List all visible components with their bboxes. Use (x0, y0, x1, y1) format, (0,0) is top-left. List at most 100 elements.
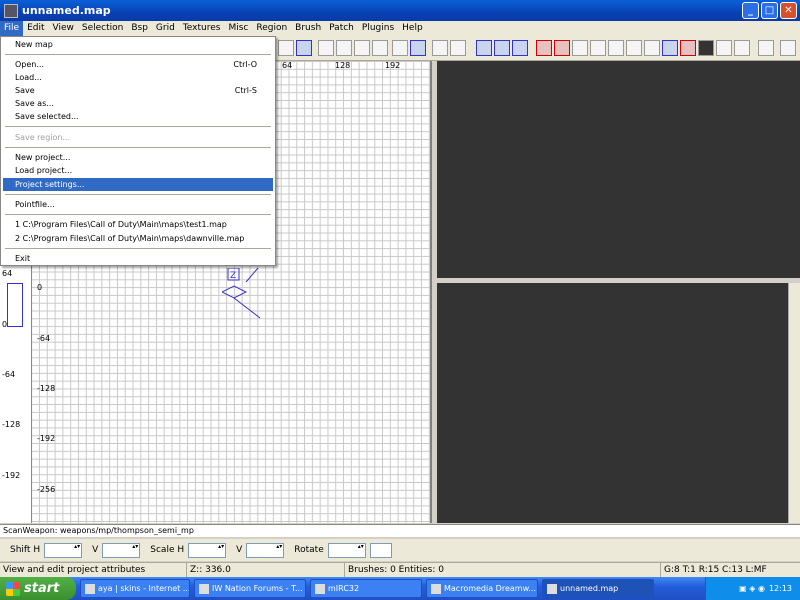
tool-button[interactable] (734, 40, 750, 56)
left-tick-label: -128 (37, 384, 56, 393)
tool-button[interactable] (758, 40, 774, 56)
tool-button[interactable] (644, 40, 660, 56)
tool-button[interactable] (450, 40, 466, 56)
shift-h-label: Shift H (10, 545, 41, 555)
tool-button[interactable] (372, 40, 388, 56)
maximize-button[interactable]: □ (761, 2, 778, 19)
v-label: V (92, 545, 99, 555)
menu-item-shortcut: Ctrl-O (233, 60, 257, 69)
menu-view[interactable]: View (49, 21, 78, 36)
start-button[interactable]: start (0, 577, 76, 600)
tool-button[interactable] (608, 40, 624, 56)
console-line: ScanWeapon: weapons/mp/thompson_semi_mp (0, 524, 800, 537)
status-counts: Brushes: 0 Entities: 0 (344, 563, 660, 578)
menu-item-recent-1[interactable]: 1 C:\Program Files\Call of Duty\Main\map… (3, 218, 273, 231)
menu-item-save[interactable]: Save Ctrl-S (3, 84, 273, 97)
texture-scrollbar[interactable] (788, 283, 800, 523)
menu-item-new-project[interactable]: New project... (3, 151, 273, 164)
menu-item-load[interactable]: Load... (3, 71, 273, 84)
z-tick-label: 64 (2, 269, 13, 278)
task-button[interactable]: Macromedia Dreamw... (426, 579, 538, 598)
menu-item-load-project[interactable]: Load project... (3, 164, 273, 177)
menu-separator (5, 214, 271, 215)
start-label: start (24, 581, 60, 596)
rotate-input[interactable] (327, 542, 366, 558)
menu-region[interactable]: Region (252, 21, 291, 36)
menu-item-pointfile[interactable]: Pointfile... (3, 198, 273, 211)
menu-item-exit[interactable]: Exit (3, 252, 273, 265)
minimize-button[interactable]: _ (742, 2, 759, 19)
tool-button[interactable] (278, 40, 294, 56)
tool-button[interactable] (410, 40, 426, 56)
top-tick-label: 192 (385, 61, 401, 70)
title-bar[interactable]: unnamed.map _ □ ✕ (0, 0, 800, 21)
tool-button[interactable] (432, 40, 448, 56)
tool-button[interactable] (354, 40, 370, 56)
camera-view[interactable] (437, 61, 800, 278)
task-label: IW Nation Forums - T... (212, 584, 303, 593)
task-button[interactable]: unnamed.map (542, 579, 654, 598)
surface-inspector: Shift H V Scale H V Rotate (0, 539, 800, 561)
tool-button[interactable] (780, 40, 796, 56)
tool-button[interactable] (680, 40, 696, 56)
tray-icons[interactable]: ▣ ◈ ◉ (739, 584, 765, 593)
windows-logo-icon (6, 581, 20, 596)
tool-button[interactable] (336, 40, 352, 56)
menu-separator (5, 147, 271, 148)
tool-button[interactable] (392, 40, 408, 56)
z-axis-button[interactable] (512, 40, 528, 56)
y-axis-button[interactable] (494, 40, 510, 56)
radiant-icon (547, 583, 557, 594)
menu-separator (5, 54, 271, 55)
menu-item-recent-2[interactable]: 2 C:\Program Files\Call of Duty\Main\map… (3, 232, 273, 245)
x-axis-button[interactable] (476, 40, 492, 56)
dreamweaver-icon (431, 583, 441, 594)
menu-brush[interactable]: Brush (291, 21, 325, 36)
task-button[interactable]: mIRC32 (310, 579, 422, 598)
menu-edit[interactable]: Edit (23, 21, 48, 36)
tool-button[interactable] (318, 40, 334, 56)
tool-button[interactable] (698, 40, 714, 56)
menu-item-save-selected[interactable]: Save selected... (3, 110, 273, 123)
close-button[interactable]: ✕ (780, 2, 797, 19)
menu-grid[interactable]: Grid (152, 21, 179, 36)
camera-entity[interactable]: Z (222, 268, 272, 328)
menu-item-project-settings[interactable]: Project settings... (3, 178, 273, 191)
shift-v-input[interactable] (102, 542, 141, 558)
tool-button[interactable] (716, 40, 732, 56)
menu-item-open[interactable]: Open... Ctrl-O (3, 58, 273, 71)
texture-view[interactable] (437, 283, 800, 523)
scale-v-input[interactable] (246, 542, 285, 558)
system-tray: ▣ ◈ ◉ 12:13 (705, 577, 800, 600)
tool-button[interactable] (572, 40, 588, 56)
file-menu-dropdown: New map Open... Ctrl-O Load... Save Ctrl-S… (0, 36, 276, 266)
menu-item-save-as[interactable]: Save as... (3, 97, 273, 110)
scale-h-input[interactable] (188, 542, 227, 558)
tool-button[interactable] (554, 40, 570, 56)
menu-bsp[interactable]: Bsp (127, 21, 152, 36)
menu-help[interactable]: Help (398, 21, 427, 36)
menu-item-label: New map (15, 40, 53, 49)
tool-button[interactable] (536, 40, 552, 56)
menu-file[interactable]: File (0, 21, 24, 36)
status-grid: G:8 T:1 R:15 C:13 L:MF (660, 563, 800, 578)
tool-button[interactable] (626, 40, 642, 56)
shift-h-input[interactable] (44, 542, 83, 558)
menu-item-label: Project settings... (15, 180, 85, 189)
menu-item-new-map[interactable]: New map (3, 38, 273, 51)
menu-selection[interactable]: Selection (78, 21, 127, 36)
left-tick-label: -64 (37, 334, 51, 343)
tool-button[interactable] (662, 40, 678, 56)
svg-text:Z: Z (230, 271, 236, 281)
left-tick-label: -256 (37, 485, 56, 494)
menu-misc[interactable]: Misc (224, 21, 252, 36)
rotate-box[interactable] (369, 542, 392, 558)
task-button[interactable]: aya | skins - Internet ... (80, 579, 190, 598)
menu-item-label: 1 C:\Program Files\Call of Duty\Main\map… (15, 220, 227, 229)
menu-patch[interactable]: Patch (325, 21, 358, 36)
menu-textures[interactable]: Textures (179, 21, 225, 36)
tool-button[interactable] (296, 40, 312, 56)
menu-plugins[interactable]: Plugins (358, 21, 398, 36)
task-button[interactable]: IW Nation Forums - T... (194, 579, 306, 598)
tool-button[interactable] (590, 40, 606, 56)
